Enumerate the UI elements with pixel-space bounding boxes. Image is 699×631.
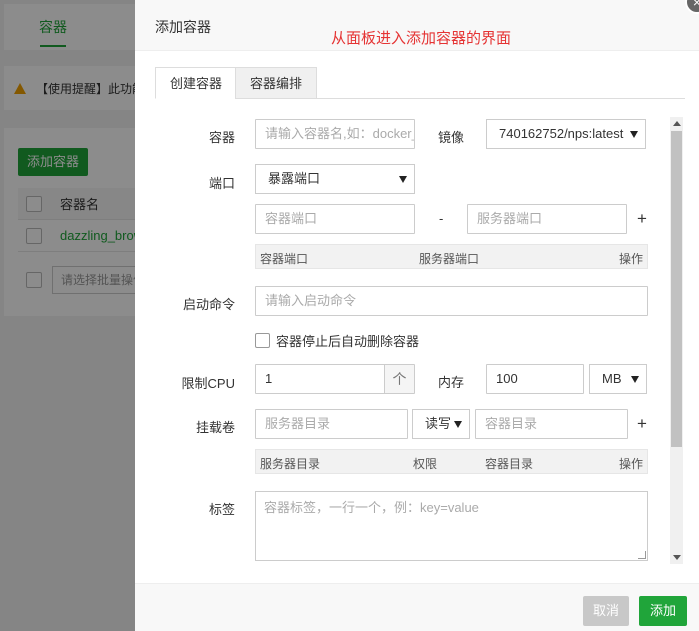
scroll-down-icon[interactable] bbox=[673, 555, 681, 560]
container-name-input[interactable]: 请输入容器名,如：docker_1 bbox=[255, 119, 415, 149]
server-dir-input[interactable]: 服务器目录 bbox=[255, 409, 408, 439]
container-label: 容器 bbox=[208, 130, 235, 145]
tab-container-compose[interactable]: 容器编排 bbox=[235, 67, 318, 99]
tag-label: 标签 bbox=[208, 502, 235, 517]
chevron-down-icon bbox=[399, 176, 407, 183]
port-mode-select[interactable]: 暴露端口 bbox=[255, 164, 415, 194]
annotation-text: 从面板进入添加容器的界面 bbox=[331, 30, 512, 47]
cpu-label: 限制CPU bbox=[181, 376, 235, 391]
chevron-down-icon bbox=[630, 131, 638, 138]
scroll-up-icon[interactable] bbox=[673, 121, 681, 126]
volume-col-container-dir: 容器目录 bbox=[485, 457, 534, 471]
auto-remove-checkbox[interactable] bbox=[255, 333, 270, 348]
memory-input[interactable]: 100 bbox=[486, 364, 584, 394]
permission-value: 读写 bbox=[425, 416, 452, 431]
chevron-down-icon bbox=[454, 421, 462, 428]
volume-table-header: 服务器目录 权限 容器目录 操作 bbox=[255, 449, 648, 474]
volume-col-action: 操作 bbox=[618, 457, 643, 471]
port-col-container: 容器端口 bbox=[260, 252, 309, 266]
memory-unit-value: MB bbox=[602, 371, 622, 386]
dialog-footer: 取消 添加 bbox=[135, 583, 699, 631]
dialog-title: 添加容器 bbox=[155, 19, 211, 35]
form-scrollbar[interactable] bbox=[670, 117, 683, 564]
cpu-value: 1 bbox=[265, 371, 273, 386]
container-dir-input[interactable]: 容器目录 bbox=[475, 409, 628, 439]
add-volume-icon[interactable]: + bbox=[637, 415, 647, 432]
port-col-action: 操作 bbox=[618, 252, 643, 266]
volume-col-server-dir: 服务器目录 bbox=[260, 457, 321, 471]
port-label: 端口 bbox=[208, 176, 235, 191]
scroll-thumb[interactable] bbox=[671, 131, 682, 447]
command-input[interactable]: 请输入启动命令 bbox=[255, 286, 648, 316]
add-container-dialog: 添加容器 从面板进入添加容器的界面 × 创建容器 容器编排 容器 请输入容器名,… bbox=[135, 0, 699, 631]
port-table-header: 容器端口 服务器端口 操作 bbox=[255, 244, 648, 269]
port-separator: - bbox=[439, 211, 444, 226]
tab-create-container[interactable]: 创建容器 bbox=[155, 67, 238, 99]
command-label: 启动命令 bbox=[182, 297, 235, 312]
volume-label: 挂载卷 bbox=[195, 420, 235, 435]
cancel-button[interactable]: 取消 bbox=[583, 596, 629, 626]
add-button[interactable]: 添加 bbox=[639, 596, 687, 626]
permission-select[interactable]: 读写 bbox=[412, 409, 470, 439]
image-label: 镜像 bbox=[438, 130, 465, 145]
dialog-header: 添加容器 从面板进入添加容器的界面 bbox=[135, 0, 699, 51]
volume-col-permission: 权限 bbox=[413, 457, 438, 471]
container-port-input[interactable]: 容器端口 bbox=[255, 204, 415, 234]
tag-textarea[interactable]: 容器标签，一行一个，例：key=value bbox=[255, 491, 648, 561]
tag-placeholder: 容器标签，一行一个，例：key=value bbox=[264, 500, 479, 515]
image-select-value: 740162752/nps:latest bbox=[499, 126, 624, 141]
cpu-stepper[interactable]: 1 个 bbox=[255, 364, 415, 394]
memory-unit-select[interactable]: MB bbox=[589, 364, 647, 394]
add-port-icon[interactable]: + bbox=[637, 210, 647, 227]
memory-label: 内存 bbox=[438, 375, 465, 390]
port-mode-value: 暴露端口 bbox=[268, 171, 321, 186]
image-select[interactable]: 740162752/nps:latest bbox=[486, 119, 646, 149]
resize-handle-icon[interactable] bbox=[638, 551, 646, 559]
cpu-stepper-up[interactable]: 个 bbox=[384, 365, 414, 393]
port-col-server: 服务器端口 bbox=[419, 252, 480, 266]
dialog-tabs: 创建容器 容器编排 bbox=[155, 67, 685, 99]
chevron-down-icon bbox=[631, 376, 639, 383]
auto-remove-label: 容器停止后自动删除容器 bbox=[276, 334, 420, 349]
server-port-input[interactable]: 服务器端口 bbox=[467, 204, 627, 234]
